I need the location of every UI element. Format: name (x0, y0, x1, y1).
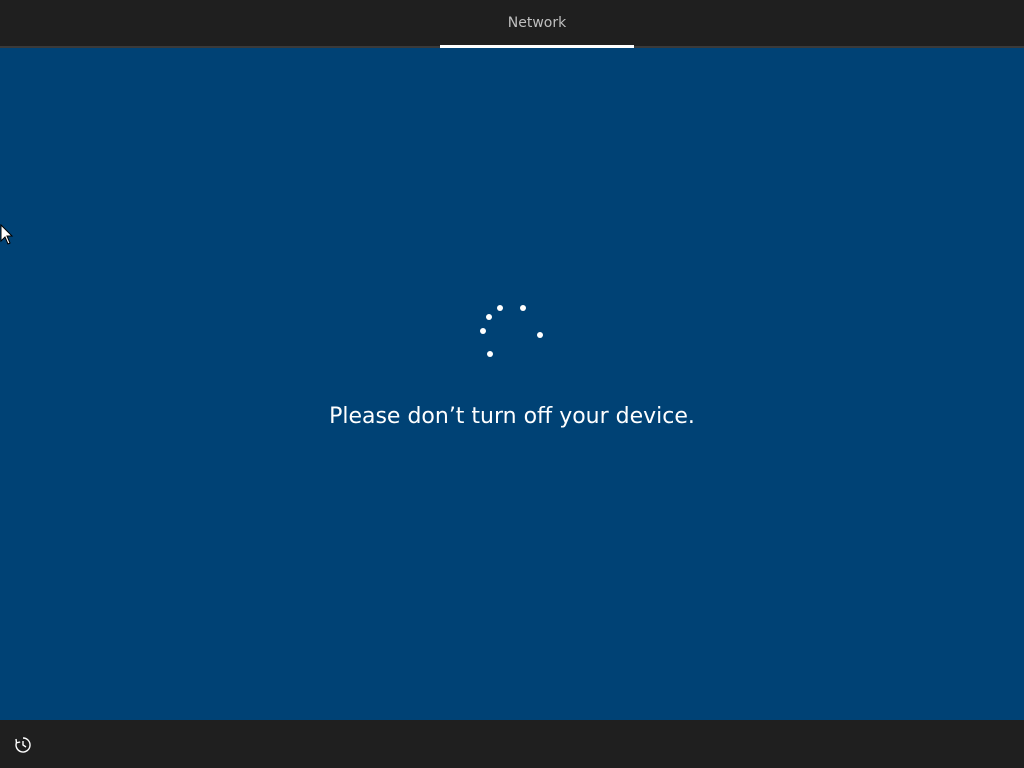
top-navigation-bar: Network (0, 0, 1024, 48)
loading-dots-icon (480, 305, 543, 357)
ease-of-access-button[interactable] (10, 732, 36, 758)
ease-of-access-icon (15, 737, 31, 753)
tab-network: Network (440, 0, 634, 46)
bottom-bar (0, 720, 1024, 768)
tab-network-label: Network (507, 15, 567, 31)
status-message: Please don’t turn off your device. (329, 404, 695, 429)
mouse-pointer-icon (0, 224, 14, 245)
setup-content-area (0, 48, 1024, 720)
